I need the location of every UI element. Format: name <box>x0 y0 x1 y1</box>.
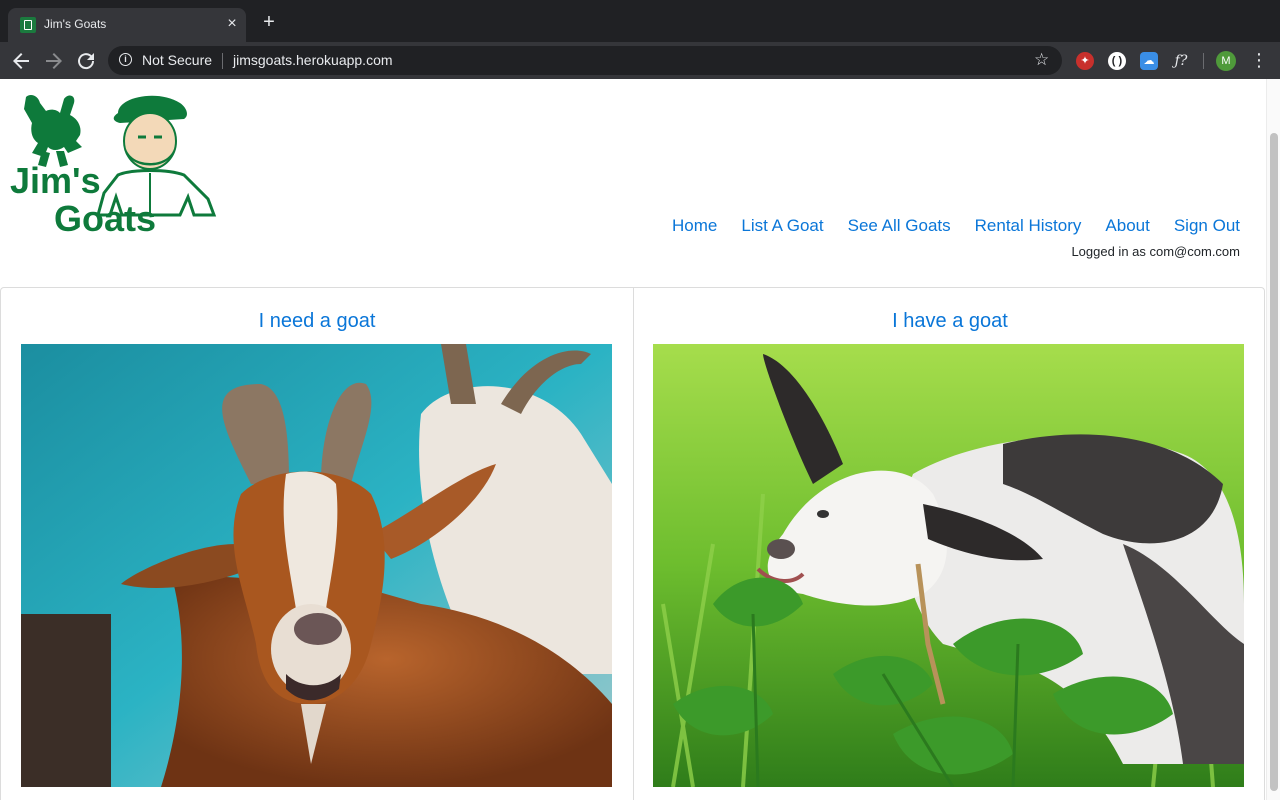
nav-link-sign-out[interactable]: Sign Out <box>1174 216 1240 236</box>
need-goat-photo[interactable] <box>21 344 612 787</box>
font-extension-icon[interactable]: ƒ? <box>1172 52 1190 70</box>
nav-link-see-all-goats[interactable]: See All Goats <box>848 216 951 236</box>
site-favicon-icon <box>20 17 36 33</box>
omnibox-divider <box>222 53 223 69</box>
browser-toolbar: i Not Secure jimsgoats.herokuapp.com ☆ ✦… <box>0 42 1280 79</box>
page-viewport: Jim's Goats Home List A Goat See All Goa… <box>0 79 1280 800</box>
nav-link-home[interactable]: Home <box>672 216 717 236</box>
browser-tab[interactable]: Jim's Goats × <box>8 8 246 42</box>
security-label[interactable]: Not Secure <box>142 52 212 68</box>
extension-icon[interactable]: ✦ <box>1076 52 1094 70</box>
logo-text-jims: Jim's <box>10 160 101 201</box>
tab-title: Jim's Goats <box>44 17 107 31</box>
have-goat-link[interactable]: I have a goat <box>634 310 1266 333</box>
logged-in-status: Logged in as com@com.com <box>1071 244 1240 259</box>
menu-icon[interactable]: ⋮ <box>1250 50 1268 70</box>
browser-tab-strip: Jim's Goats × + <box>0 0 1280 42</box>
goat-choice-cards: I need a goat I have a goat <box>0 287 1265 800</box>
close-tab-icon[interactable]: × <box>224 16 240 32</box>
page-scrollbar[interactable] <box>1266 79 1280 800</box>
need-goat-link[interactable]: I need a goat <box>1 310 633 333</box>
site-logo[interactable]: Jim's Goats <box>8 89 218 241</box>
scrollbar-thumb[interactable] <box>1270 133 1278 791</box>
new-tab-icon[interactable]: + <box>258 12 280 32</box>
address-bar[interactable]: i Not Secure jimsgoats.herokuapp.com ☆ <box>108 46 1062 75</box>
card-divider <box>633 288 634 800</box>
nav-link-about[interactable]: About <box>1105 216 1149 236</box>
have-goat-photo[interactable] <box>653 344 1244 787</box>
main-navigation: Home List A Goat See All Goats Rental Hi… <box>648 216 1240 236</box>
star-icon[interactable]: ☆ <box>1034 50 1049 70</box>
extension-icon[interactable]: ( ) <box>1108 52 1126 70</box>
profile-avatar[interactable]: M <box>1216 51 1236 71</box>
url-text[interactable]: jimsgoats.herokuapp.com <box>233 52 393 68</box>
logo-text-goats: Goats <box>54 198 157 239</box>
toolbar-divider <box>1203 53 1204 69</box>
cloud-extension-icon[interactable]: ☁ <box>1140 52 1158 70</box>
nav-link-rental-history[interactable]: Rental History <box>975 216 1082 236</box>
back-icon[interactable] <box>9 49 33 73</box>
reload-icon[interactable] <box>74 49 98 73</box>
forward-icon[interactable] <box>42 49 66 73</box>
info-icon[interactable]: i <box>119 53 132 66</box>
nav-link-list-a-goat[interactable]: List A Goat <box>741 216 823 236</box>
